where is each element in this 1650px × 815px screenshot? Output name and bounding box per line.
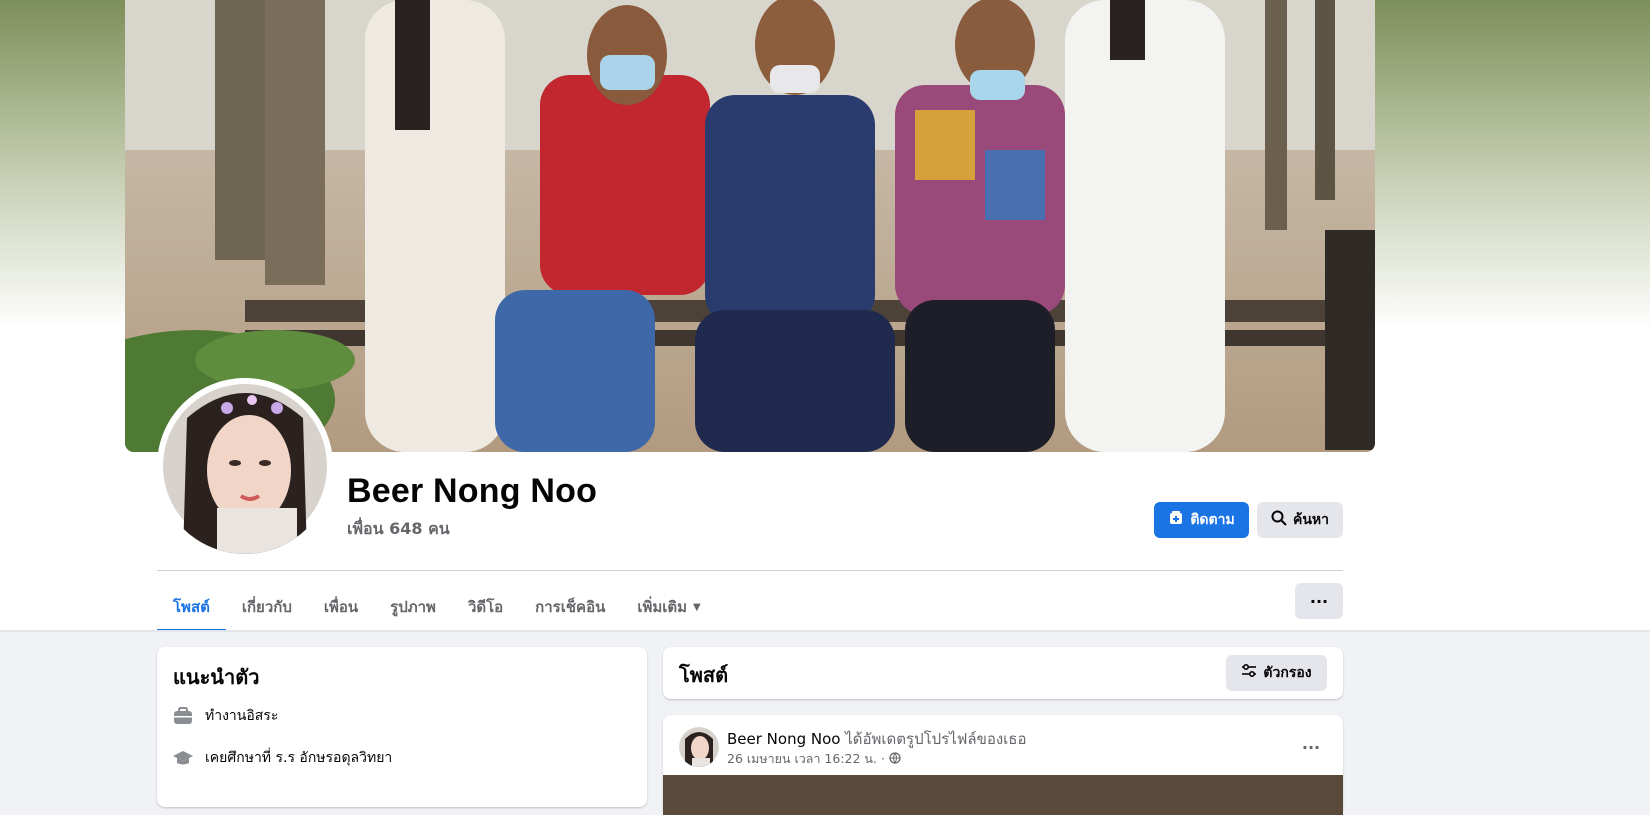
posts-title: โพสต์ bbox=[679, 663, 729, 687]
briefcase-icon bbox=[173, 706, 193, 726]
tab-friends[interactable]: เพื่อน bbox=[308, 583, 374, 631]
tab-videos-label: วิดีโอ bbox=[467, 598, 504, 616]
tab-more[interactable]: เพิ่มเติม ▼ bbox=[621, 583, 716, 631]
tab-videos[interactable]: วิดีโอ bbox=[452, 583, 519, 631]
follow-label: ติดตาม bbox=[1190, 512, 1235, 528]
post-timestamp[interactable]: 26 เมษายน เวลา 16:22 น. · bbox=[727, 749, 885, 769]
post-card: Beer Nong Noo ได้อัพเดตรูปโปรไฟล์ของเธอ … bbox=[663, 715, 1343, 815]
filter-button[interactable]: ตัวกรอง bbox=[1226, 655, 1327, 691]
intro-title: แนะนำตัว bbox=[173, 665, 260, 689]
tabs-bottom-border bbox=[0, 630, 1650, 632]
tab-posts[interactable]: โพสต์ bbox=[157, 583, 226, 632]
tab-about[interactable]: เกี่ยวกับ bbox=[226, 583, 308, 631]
more-dots-icon: ··· bbox=[1309, 591, 1329, 611]
search-label: ค้นหา bbox=[1292, 512, 1330, 528]
intro-work-text: ทำงานอิสระ bbox=[205, 708, 279, 724]
tab-about-label: เกี่ยวกับ bbox=[241, 598, 292, 616]
intro-card: แนะนำตัว ทำงานอิสระ เคยศึกษาที่ ร.ร อักษ… bbox=[157, 647, 647, 807]
filter-label: ตัวกรอง bbox=[1263, 665, 1312, 681]
follow-button[interactable]: ติดตาม bbox=[1154, 502, 1249, 538]
tab-photos[interactable]: รูปภาพ bbox=[374, 583, 452, 631]
tab-more-label: เพิ่มเติม bbox=[637, 598, 688, 616]
post-meta: 26 เมษายน เวลา 16:22 น. · bbox=[727, 749, 901, 769]
profile-more-button[interactable]: ··· bbox=[1295, 583, 1343, 619]
post-image[interactable] bbox=[663, 775, 1343, 815]
post-author-name[interactable]: Beer Nong Noo bbox=[727, 730, 840, 748]
search-icon bbox=[1271, 510, 1287, 530]
filter-icon bbox=[1241, 663, 1257, 683]
tab-friends-label: เพื่อน bbox=[323, 598, 359, 616]
posts-header-card: โพสต์ ตัวกรอง bbox=[663, 647, 1343, 699]
intro-education-text[interactable]: เคยศึกษาที่ ร.ร อักษรอดุลวิทยา bbox=[205, 747, 392, 769]
cover-photo[interactable] bbox=[125, 0, 1375, 452]
follow-icon bbox=[1168, 510, 1184, 530]
post-action-text: ได้อัพเดตรูปโปรไฟล์ของเธอ bbox=[845, 730, 1027, 748]
post-more-button[interactable]: ··· bbox=[1293, 729, 1329, 765]
tab-posts-label: โพสต์ bbox=[173, 598, 210, 616]
profile-picture[interactable] bbox=[157, 378, 333, 554]
profile-name: Beer Nong Noo bbox=[347, 472, 598, 510]
profile-tabs: โพสต์ เกี่ยวกับ เพื่อน รูปภาพ วิดีโอ การ… bbox=[157, 583, 717, 632]
friends-count[interactable]: เพื่อน 648 คน bbox=[347, 517, 450, 542]
header-divider bbox=[157, 570, 1343, 571]
post-header: Beer Nong Noo ได้อัพเดตรูปโปรไฟล์ของเธอ bbox=[727, 727, 1026, 751]
post-author-avatar[interactable] bbox=[679, 727, 719, 767]
tab-checkins-label: การเช็คอิน bbox=[535, 598, 606, 616]
chevron-down-icon: ▼ bbox=[693, 601, 701, 613]
graduation-cap-icon bbox=[173, 748, 193, 768]
globe-icon bbox=[889, 751, 901, 767]
more-dots-icon: ··· bbox=[1301, 737, 1321, 757]
intro-item-education: เคยศึกษาที่ ร.ร อักษรอดุลวิทยา bbox=[173, 747, 392, 769]
search-button[interactable]: ค้นหา bbox=[1257, 502, 1343, 538]
tab-photos-label: รูปภาพ bbox=[390, 598, 436, 616]
intro-item-work: ทำงานอิสระ bbox=[173, 705, 278, 727]
tab-checkins[interactable]: การเช็คอิน bbox=[519, 583, 621, 631]
